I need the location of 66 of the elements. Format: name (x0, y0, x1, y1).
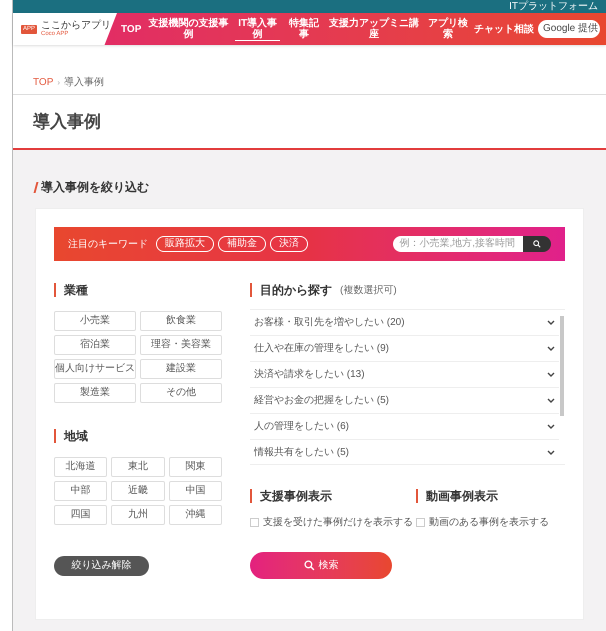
search-button[interactable]: 検索 (250, 552, 392, 579)
purpose-row[interactable]: 経営やお金の把握をしたい (5) (250, 388, 559, 414)
purpose-row[interactable]: お客様・取引先を増やしたい (20) (250, 310, 559, 336)
filter-option[interactable]: その他 (140, 383, 222, 403)
filter-option[interactable]: 製造業 (54, 383, 136, 403)
section-title: 動画事例表示 (426, 488, 498, 505)
filter-option[interactable]: 理容・美容業 (140, 335, 222, 355)
filter-option[interactable]: 中部 (54, 481, 108, 501)
breadcrumb-current: 導入事例 (64, 76, 104, 90)
filter-option[interactable]: 小売業 (54, 311, 136, 331)
breadcrumb-separator: › (57, 76, 60, 88)
breadcrumb-link[interactable]: TOP (33, 75, 54, 90)
filter-option[interactable]: 関東 (168, 457, 222, 477)
filter-option[interactable]: 東北 (111, 457, 165, 477)
nav-link[interactable]: アプリ検索 (425, 18, 471, 40)
purpose-row[interactable]: 決済や請求をしたい (13) (250, 362, 559, 388)
checkbox[interactable] (250, 518, 259, 527)
filter-option[interactable]: 近畿 (111, 481, 165, 501)
keyword-label: 注目のキーワード (68, 238, 148, 252)
search-icon (533, 240, 541, 248)
keyword-search-button[interactable] (523, 236, 551, 252)
purpose-row[interactable]: 人の管理をしたい (6) (250, 414, 559, 440)
purpose-label: 決済や請求をしたい (13) (254, 368, 365, 382)
checkbox[interactable] (416, 518, 425, 527)
filter-option[interactable]: 建設業 (140, 359, 222, 379)
section-title: 支援事例表示 (260, 488, 332, 505)
filter-option[interactable]: 個人向けサービス (54, 359, 136, 379)
filter-option[interactable]: 四国 (54, 505, 108, 525)
filter-option[interactable]: 飲食業 (140, 311, 222, 331)
checkbox-label: 支援を受けた事例だけを表示する (263, 516, 413, 530)
purpose-row[interactable]: 情報共有をしたい (5) (250, 440, 559, 464)
slash-mark (34, 182, 38, 192)
nav-link[interactable]: 支援機関の支援事例 (147, 18, 230, 40)
purpose-label: 経営やお金の把握をしたい (5) (254, 394, 389, 408)
nav-link[interactable]: 特集記事 (286, 18, 322, 40)
keyword-placeholder: 例：小売業,地方,接客時間 (399, 239, 515, 249)
purpose-label: 人の管理をしたい (6) (254, 420, 349, 434)
platform-label: ITプラットフォーム (509, 2, 598, 12)
search-field[interactable]: Google 提供 (538, 20, 600, 38)
filter-option[interactable]: 北海道 (54, 457, 108, 477)
nav-link[interactable]: TOP (121, 24, 142, 34)
section-title: 目的から探す (260, 282, 332, 299)
filter-option[interactable]: 九州 (111, 505, 165, 525)
search-icon (304, 560, 314, 571)
checkbox-label: 動画のある事例を表示する (429, 516, 549, 530)
purpose-row[interactable]: 仕入や在庫の管理をしたい (9) (250, 336, 559, 362)
keyword-chip[interactable]: 決済 (270, 236, 308, 252)
search-placeholder: Google 提供 (543, 24, 598, 34)
page-title: 導入事例 (33, 110, 101, 133)
section-title: 業種 (64, 282, 88, 299)
section-title: 地域 (64, 428, 88, 445)
filter-option[interactable]: 宿泊業 (54, 335, 136, 355)
filter-heading: 導入事例を絞り込む (41, 179, 149, 196)
keyword-chip[interactable]: 補助金 (218, 236, 266, 252)
filter-option[interactable]: 中国 (168, 481, 222, 501)
nav-link[interactable]: 支援力アップミニ講座 (328, 18, 420, 40)
nav-link[interactable]: IT導入事例 (235, 18, 280, 40)
purpose-label: 仕入や在庫の管理をしたい (9) (254, 342, 389, 356)
purpose-label: お客様・取引先を増やしたい (20) (254, 316, 405, 330)
keyword-chip[interactable]: 販路拡大 (156, 236, 214, 252)
logo-title: ここからアプリ (41, 21, 112, 31)
chat-link[interactable]: チャット相談 (474, 22, 534, 36)
section-note: (複数選択可) (340, 284, 397, 298)
clear-filter-button[interactable]: 絞り込み解除 (54, 556, 149, 576)
purpose-label: 情報共有をしたい (5) (254, 446, 349, 460)
filter-option[interactable]: 沖縄 (168, 505, 222, 525)
